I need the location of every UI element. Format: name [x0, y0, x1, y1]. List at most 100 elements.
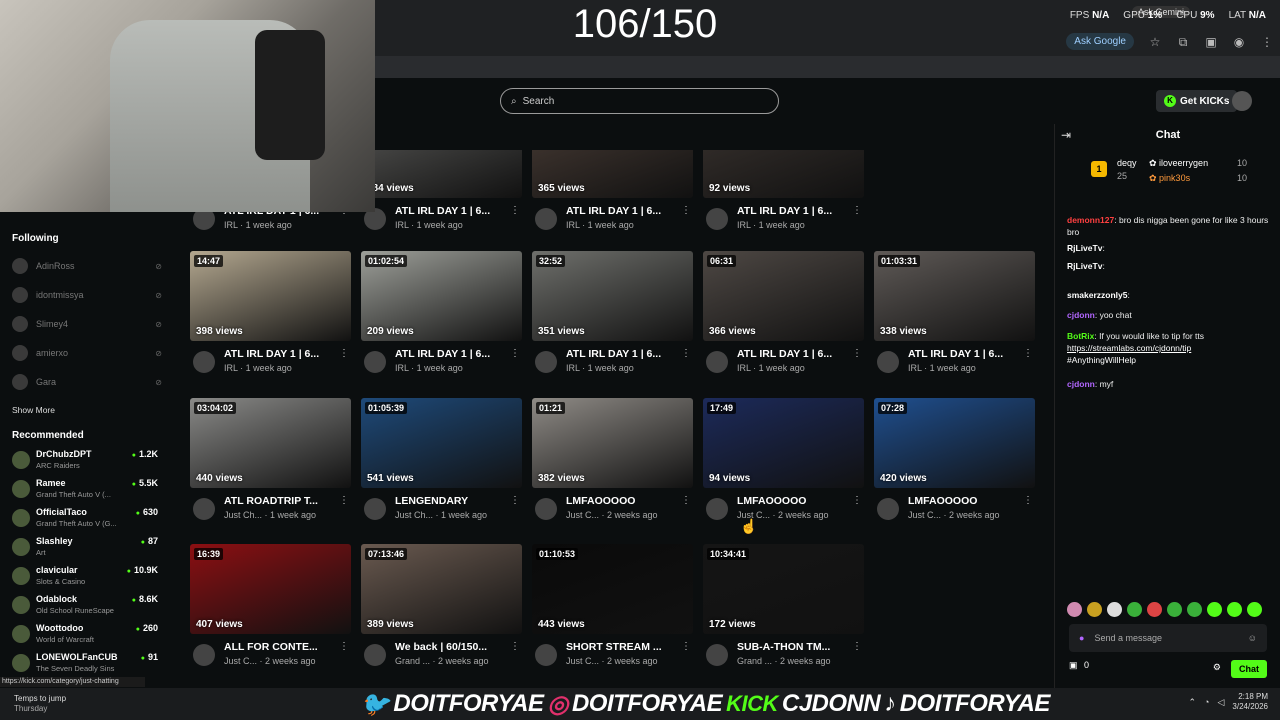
recommended-item[interactable]: WoottodooWorld of Warcraft260	[12, 623, 162, 651]
chat-username[interactable]: cjdonn	[1067, 310, 1095, 320]
chat-username[interactable]: smakerzzonly5	[1067, 290, 1127, 300]
video-thumbnail[interactable]: 06:31 366 views	[703, 251, 864, 341]
video-title[interactable]: ATL IRL DAY 1 | 6...	[908, 348, 1023, 360]
avatar[interactable]	[706, 498, 728, 520]
following-item[interactable]: idontmissya ⊘	[12, 287, 162, 303]
video-title[interactable]: SUB-A-THON TM...	[737, 641, 852, 653]
avatar[interactable]	[1232, 91, 1252, 111]
video-title[interactable]: ATL IRL DAY 1 | 6...	[395, 348, 510, 360]
more-options-icon[interactable]: ⋮	[510, 641, 520, 652]
points-icon[interactable]: ▣	[1069, 660, 1078, 670]
emote-icon[interactable]	[1087, 602, 1102, 617]
emote-icon[interactable]	[1067, 602, 1082, 617]
chat-username[interactable]: demonn127	[1067, 215, 1114, 225]
more-options-icon[interactable]: ⋮	[510, 495, 520, 506]
video-thumbnail[interactable]: 16:39 407 views	[190, 544, 351, 634]
emote-icon[interactable]	[1167, 602, 1182, 617]
recommended-item[interactable]: LONEWOLFanCUBThe Seven Deadly Sins91	[12, 652, 162, 680]
extension-icon[interactable]: ⧉	[1176, 35, 1190, 49]
chat-username[interactable]: RjLiveTv	[1067, 243, 1102, 253]
video-thumbnail[interactable]: 01:10:53 443 views	[532, 544, 693, 634]
video-thumbnail[interactable]: 07:28 420 views	[874, 398, 1035, 488]
video-thumbnail[interactable]: 32:52 351 views	[532, 251, 693, 341]
emote-icon[interactable]	[1127, 602, 1142, 617]
video-thumbnail[interactable]: 10:34:41 172 views	[703, 544, 864, 634]
ask-google-button[interactable]: Ask Google	[1066, 33, 1134, 50]
gear-icon[interactable]: ⚙	[1213, 662, 1221, 673]
more-options-icon[interactable]: ⋮	[339, 348, 349, 359]
chevron-up-icon[interactable]: ⌃	[1189, 697, 1197, 708]
video-thumbnail[interactable]: 07:13:46 389 views	[361, 544, 522, 634]
video-title[interactable]: LENGENDARY	[395, 495, 510, 507]
profile-icon[interactable]: ◉	[1232, 35, 1246, 49]
video-thumbnail[interactable]: 03:04:02 440 views	[190, 398, 351, 488]
recommended-item[interactable]: OdablockOld School RuneScape8.6K	[12, 594, 162, 622]
avatar[interactable]	[364, 351, 386, 373]
following-item[interactable]: amierxo ⊘	[12, 345, 162, 361]
weather-widget[interactable]: Temps to jump Thursday	[14, 694, 66, 714]
emote-icon[interactable]	[1227, 602, 1242, 617]
video-thumbnail[interactable]: 92 views	[703, 150, 864, 198]
avatar[interactable]	[193, 498, 215, 520]
chat-input[interactable]: ● Send a message ☺	[1069, 624, 1267, 652]
recommended-item[interactable]: OfficialTacoGrand Theft Auto V (G...630	[12, 507, 162, 535]
video-title[interactable]: ATL IRL DAY 1 | 6...	[566, 348, 681, 360]
video-title[interactable]: ATL IRL DAY 1 | 6...	[737, 205, 852, 217]
more-options-icon[interactable]: ⋮	[852, 641, 862, 652]
search-input[interactable]: ⌕ Search	[500, 88, 779, 114]
more-options-icon[interactable]: ⋮	[1023, 348, 1033, 359]
send-chat-button[interactable]: Chat	[1231, 660, 1267, 678]
more-options-icon[interactable]: ⋮	[510, 205, 520, 216]
avatar[interactable]	[706, 351, 728, 373]
recommended-item[interactable]: clavicularSlots & Casino10.9K	[12, 565, 162, 593]
more-options-icon[interactable]: ⋮	[681, 348, 691, 359]
more-options-icon[interactable]: ⋮	[681, 495, 691, 506]
avatar[interactable]	[535, 644, 557, 666]
more-options-icon[interactable]: ⋮	[681, 205, 691, 216]
get-kicks-button[interactable]: K Get KICKs	[1156, 90, 1238, 112]
more-options-icon[interactable]: ⋮	[339, 641, 349, 652]
avatar[interactable]	[193, 644, 215, 666]
video-thumbnail[interactable]: 01:03:31 338 views	[874, 251, 1035, 341]
more-options-icon[interactable]: ⋮	[681, 641, 691, 652]
video-thumbnail[interactable]: 01:05:39 541 views	[361, 398, 522, 488]
following-item[interactable]: AdinRoss ⊘	[12, 258, 162, 274]
show-more-link[interactable]: Show More	[12, 405, 55, 415]
emote-icon[interactable]	[1207, 602, 1222, 617]
avatar[interactable]	[364, 644, 386, 666]
emote-icon[interactable]	[1247, 602, 1262, 617]
speaker-icon[interactable]: ◁	[1217, 697, 1224, 708]
video-thumbnail[interactable]: 17:49 94 views	[703, 398, 864, 488]
mic-icon[interactable]: ●	[1079, 633, 1084, 643]
recommended-item[interactable]: DrChubzDPTARC Raiders1.2K	[12, 449, 162, 477]
video-title[interactable]: ALL FOR CONTE...	[224, 641, 339, 653]
sidepanel-icon[interactable]: ▣	[1204, 35, 1218, 49]
star-icon[interactable]: ☆	[1148, 35, 1162, 49]
clock[interactable]: 2:18 PM 3/24/2026	[1232, 692, 1268, 712]
video-thumbnail[interactable]: 01:02:54 209 views	[361, 251, 522, 341]
emote-icon[interactable]	[1187, 602, 1202, 617]
video-title[interactable]: LMFAOOOOO	[566, 495, 681, 507]
emote-icon[interactable]	[1107, 602, 1122, 617]
video-thumbnail[interactable]: 14:47 398 views	[190, 251, 351, 341]
chat-username[interactable]: RjLiveTv	[1067, 261, 1102, 271]
video-title[interactable]: SHORT STREAM ...	[566, 641, 681, 653]
avatar[interactable]	[877, 498, 899, 520]
more-options-icon[interactable]: ⋮	[852, 495, 862, 506]
more-options-icon[interactable]: ⋮	[510, 348, 520, 359]
more-options-icon[interactable]: ⋮	[1023, 495, 1033, 506]
avatar[interactable]	[877, 351, 899, 373]
avatar[interactable]	[535, 351, 557, 373]
avatar[interactable]	[535, 498, 557, 520]
following-item[interactable]: Gara ⊘	[12, 374, 162, 390]
more-options-icon[interactable]: ⋮	[852, 205, 862, 216]
following-item[interactable]: Slimey4 ⊘	[12, 316, 162, 332]
avatar[interactable]	[535, 208, 557, 230]
emote-icon[interactable]	[1147, 602, 1162, 617]
recommended-item[interactable]: SlashleyArt87	[12, 536, 162, 564]
video-title[interactable]: ATL IRL DAY 1 | 6...	[737, 348, 852, 360]
avatar[interactable]	[364, 498, 386, 520]
video-title[interactable]: ATL IRL DAY 1 | 6...	[224, 348, 339, 360]
emoji-icon[interactable]: ☺	[1248, 633, 1257, 643]
avatar[interactable]	[706, 208, 728, 230]
